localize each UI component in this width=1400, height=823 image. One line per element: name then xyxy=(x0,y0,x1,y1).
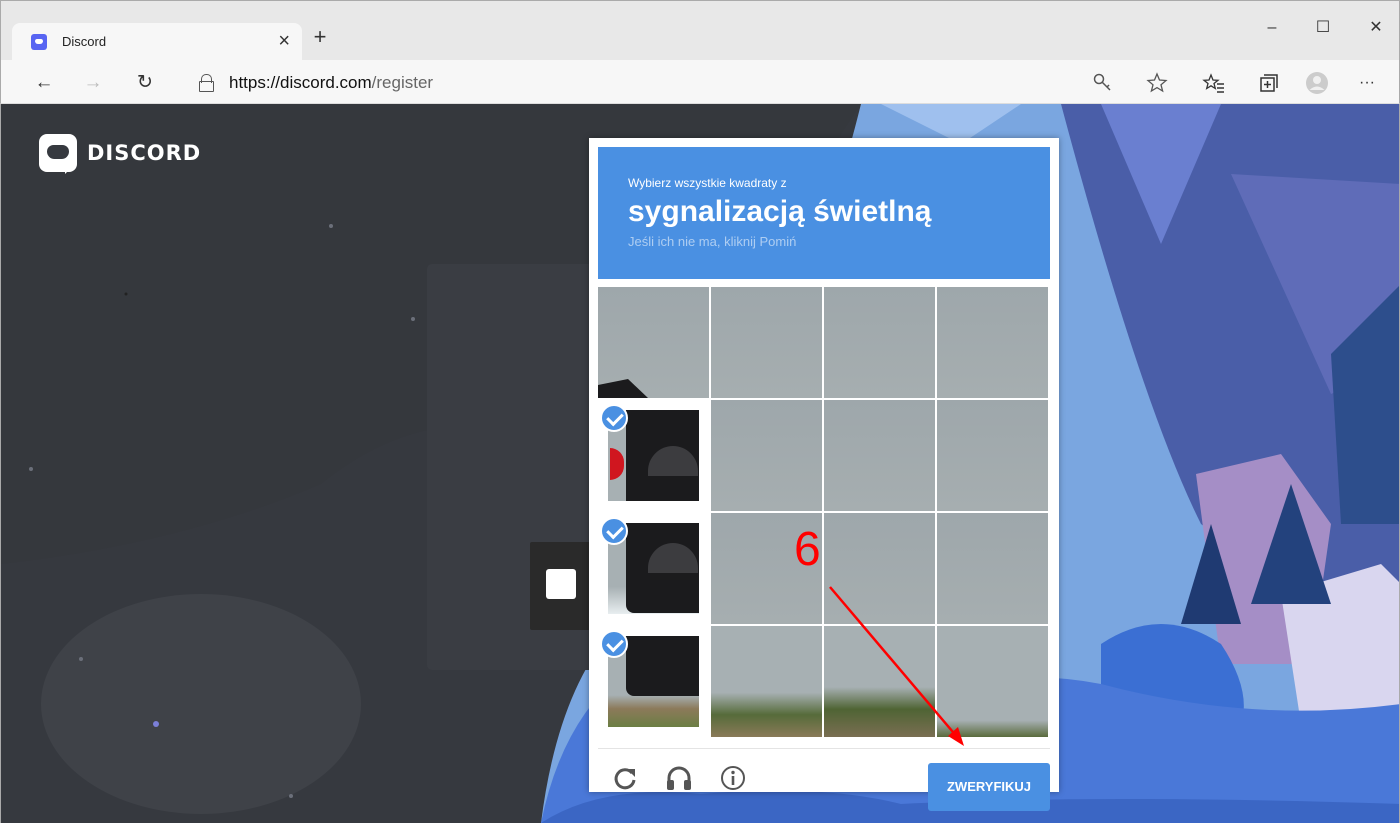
back-button[interactable]: ← xyxy=(30,70,58,96)
maximize-button[interactable]: ☐ xyxy=(1308,17,1338,39)
browser-tab[interactable]: Discord × xyxy=(12,23,302,61)
profile-icon[interactable] xyxy=(1303,70,1331,96)
forward-button[interactable]: → xyxy=(79,70,107,96)
key-icon[interactable] xyxy=(1089,70,1117,96)
new-tab-button[interactable]: + xyxy=(309,23,331,51)
more-menu-button[interactable]: ··· xyxy=(1353,70,1381,96)
collections-icon[interactable] xyxy=(1254,70,1282,96)
address-bar[interactable]: https://discord.com/register xyxy=(177,68,1187,98)
refresh-button[interactable]: ↻ xyxy=(131,70,159,96)
star-icon[interactable] xyxy=(1143,70,1171,96)
tab-title: Discord xyxy=(62,34,107,49)
browser-tab-bar: Discord × + – ☐ ✕ xyxy=(0,0,1400,61)
browser-toolbar: ← → ↻ https://discord.com/register ··· xyxy=(0,60,1400,104)
annotation-arrow xyxy=(829,586,964,746)
discord-favicon-icon xyxy=(31,34,47,50)
url-text: https://discord.com/register xyxy=(229,73,434,92)
discord-register-page: DISCORD Wybierz wszystkie kwadraty z syg… xyxy=(0,104,1400,823)
minimize-button[interactable]: – xyxy=(1257,17,1287,39)
lock-icon xyxy=(199,74,214,92)
tab-close-button[interactable]: × xyxy=(278,29,290,53)
favorites-icon[interactable] xyxy=(1200,70,1228,96)
close-window-button[interactable]: ✕ xyxy=(1361,17,1391,39)
